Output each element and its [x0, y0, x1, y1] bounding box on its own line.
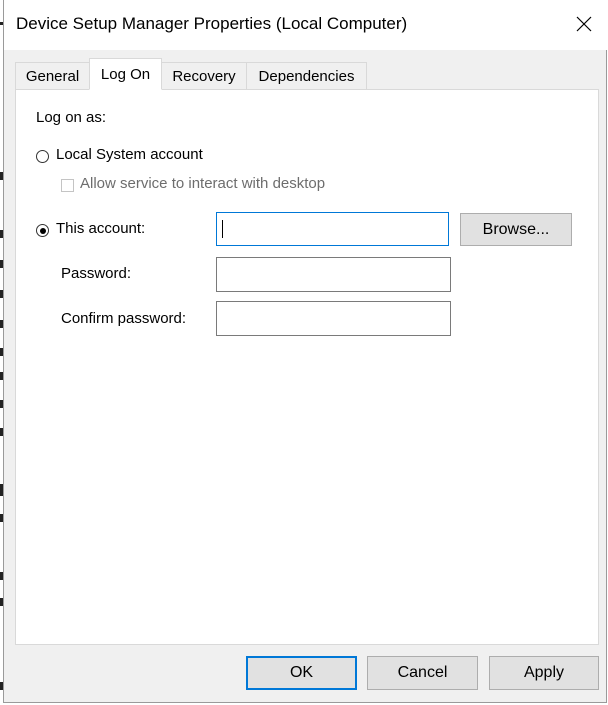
apply-button[interactable]: Apply [489, 656, 599, 690]
this-account-radio[interactable] [36, 224, 49, 237]
cancel-button[interactable]: Cancel [367, 656, 478, 690]
tab-recovery[interactable]: Recovery [161, 62, 247, 89]
log-on-as-heading: Log on as: [36, 109, 107, 126]
log-on-panel: Log on as: Local System account Allow se… [15, 89, 599, 645]
browse-button[interactable]: Browse... [460, 213, 572, 246]
tab-log-on[interactable]: Log On [89, 58, 162, 90]
text-caret [222, 220, 223, 238]
password-label: Password: [61, 265, 132, 282]
local-system-label[interactable]: Local System account [56, 146, 203, 163]
tab-label: Dependencies [258, 67, 355, 85]
ok-button[interactable]: OK [246, 656, 357, 690]
close-icon [576, 16, 592, 32]
tab-label: Recovery [172, 67, 236, 85]
this-account-label[interactable]: This account: [56, 220, 145, 237]
confirm-password-label: Confirm password: [61, 310, 187, 327]
local-system-radio[interactable] [36, 150, 49, 163]
close-button[interactable] [561, 0, 607, 48]
account-input[interactable] [216, 212, 449, 246]
window-title: Device Setup Manager Properties (Local C… [16, 14, 408, 33]
tab-general[interactable]: General [15, 62, 90, 89]
password-input[interactable] [216, 257, 451, 292]
tab-label: Log On [100, 65, 151, 83]
confirm-password-input-field[interactable] [217, 302, 450, 335]
password-input-field[interactable] [217, 258, 450, 291]
interact-desktop-label: Allow service to interact with desktop [80, 175, 326, 192]
tab-label: General [25, 67, 80, 85]
properties-dialog: Device Setup Manager Properties (Local C… [3, 0, 607, 703]
title-bar[interactable]: Device Setup Manager Properties (Local C… [4, 0, 607, 50]
confirm-password-input[interactable] [216, 301, 451, 336]
tab-dependencies[interactable]: Dependencies [246, 62, 367, 89]
account-input-field[interactable] [217, 213, 448, 245]
interact-desktop-checkbox[interactable] [61, 179, 74, 192]
